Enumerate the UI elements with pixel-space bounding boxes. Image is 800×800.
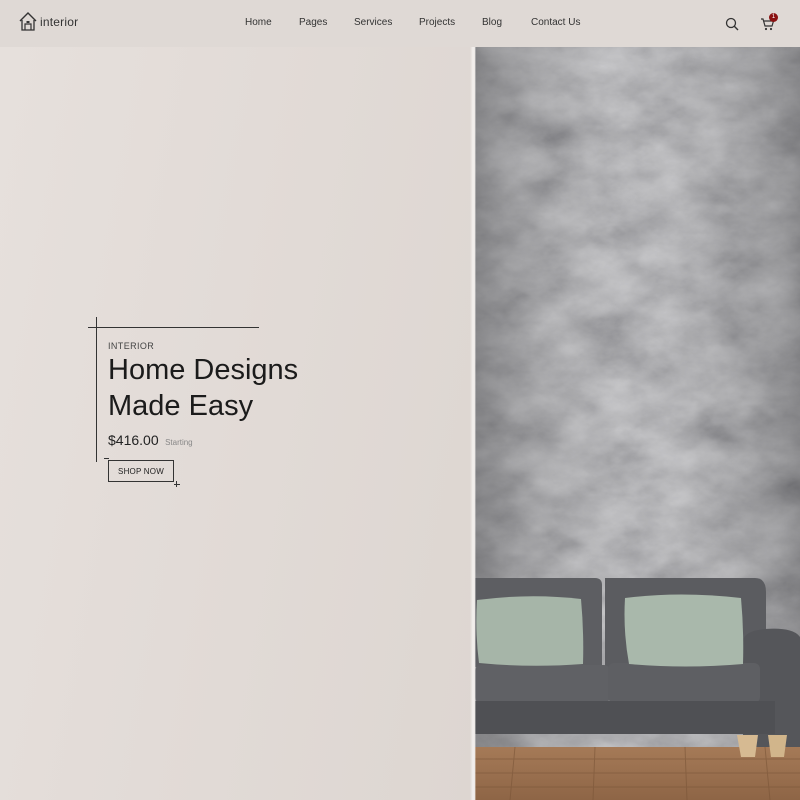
button-corner-accent xyxy=(174,484,180,485)
cart-count-badge: 1 xyxy=(769,13,778,22)
price-note: Starting xyxy=(165,438,193,447)
nav-blog[interactable]: Blog xyxy=(482,17,502,28)
button-corner-accent xyxy=(104,458,109,459)
price-row: $416.00 Starting xyxy=(108,432,193,450)
nav-contact-us[interactable]: Contact Us xyxy=(531,17,580,28)
hero-price: $416.00 xyxy=(108,432,159,448)
hero-eyebrow: INTERIOR xyxy=(108,341,155,351)
shop-now-button[interactable]: SHOP NOW xyxy=(108,460,174,482)
hero-title: Home Designs Made Easy xyxy=(108,352,428,424)
search-icon[interactable] xyxy=(725,17,739,31)
panel-divider xyxy=(470,47,476,800)
decorative-frame-line xyxy=(96,317,97,462)
nav-projects[interactable]: Projects xyxy=(419,17,455,28)
hero-title-line: Made Easy xyxy=(108,390,254,422)
button-corner-accent xyxy=(176,481,177,487)
nav-home[interactable]: Home xyxy=(245,17,272,28)
decorative-frame-line xyxy=(88,327,259,328)
hero-title-line: Home Designs xyxy=(108,354,299,386)
main-nav: Home Pages Services Projects Blog Contac… xyxy=(0,17,800,33)
site-header: interior Home Pages Services Projects Bl… xyxy=(0,0,800,47)
hero-image xyxy=(475,47,800,800)
nav-pages[interactable]: Pages xyxy=(299,17,327,28)
nav-services[interactable]: Services xyxy=(354,17,392,28)
